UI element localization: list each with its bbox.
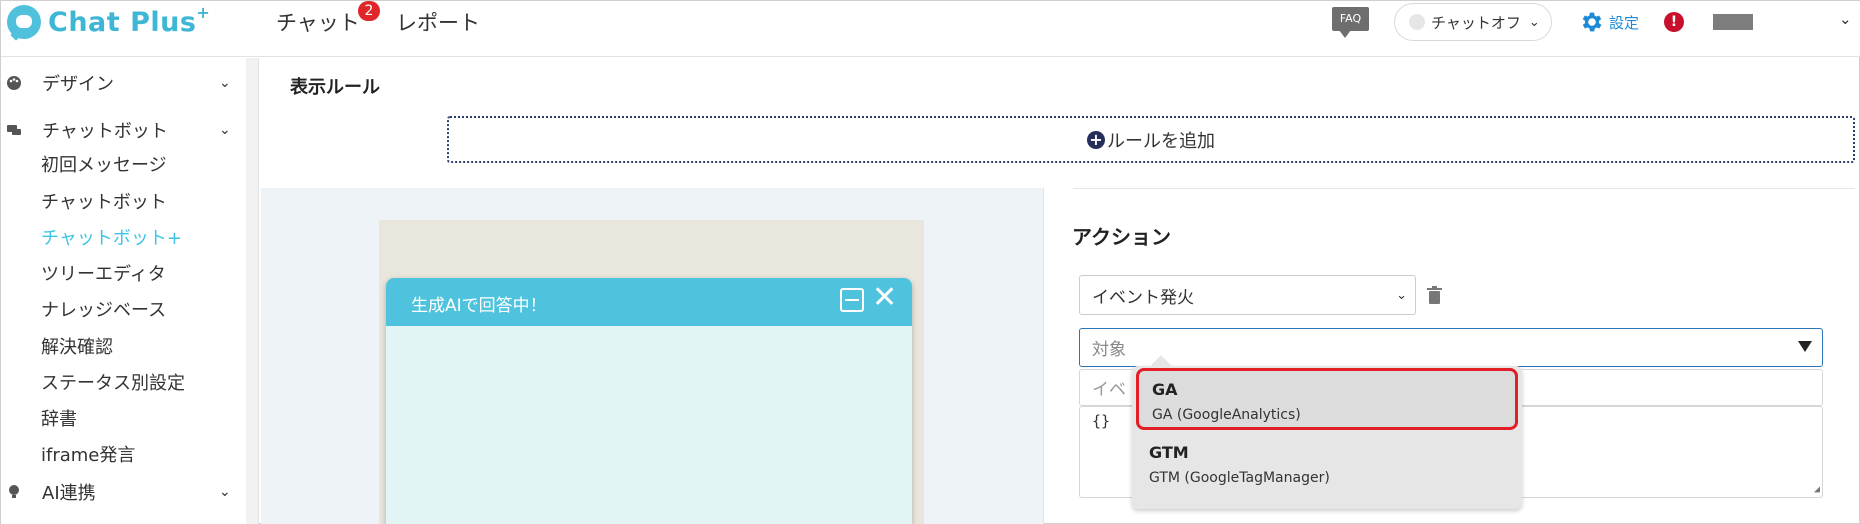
alert-icon[interactable]: !	[1664, 12, 1684, 32]
gear-icon	[1582, 12, 1602, 32]
logo-chat-icon	[7, 5, 41, 39]
add-rule-label: ルールを追加	[1107, 130, 1215, 152]
divider	[1073, 188, 1855, 189]
sidebar-group-label: AI連携	[42, 483, 96, 504]
dropdown-option-gtm[interactable]: GTM GTM (GoogleTagManager)	[1136, 434, 1518, 496]
sidebar-item-tree-editor[interactable]: ツリーエディタ	[41, 260, 166, 286]
action-type-value: イベント発火	[1092, 287, 1194, 308]
sidebar-item-first-message[interactable]: 初回メッセージ	[41, 151, 167, 177]
bulb-icon	[9, 485, 19, 498]
chevron-down-icon: ⌄	[219, 75, 231, 91]
option-name: GTM	[1149, 443, 1189, 462]
sidebar: デザイン ⌄ チャットボット ⌄ 初回メッセージ チャットボット チャットボット…	[1, 58, 246, 524]
sidebar-item-chatbot[interactable]: チャットボット	[41, 188, 167, 214]
logo-plus: +	[196, 2, 211, 22]
nav-chat[interactable]: チャット	[276, 7, 360, 37]
status-dot-icon	[1409, 14, 1425, 30]
settings-link[interactable]: 設定	[1579, 9, 1639, 35]
chat-window-header: 生成AIで回答中！ ✕	[386, 278, 912, 326]
chat-status-label: チャットオフ	[1431, 13, 1521, 32]
resize-handle-icon[interactable]: ◢	[1814, 484, 1820, 495]
section-title: 表示ルール	[290, 77, 380, 98]
divider	[1043, 188, 1044, 524]
target-placeholder: 対象	[1092, 340, 1126, 360]
action-type-select[interactable]: イベント発火 ⌄	[1079, 275, 1416, 315]
sidebar-scrollbar[interactable]	[246, 58, 259, 524]
sidebar-item-resolution-check[interactable]: 解決確認	[41, 333, 113, 359]
chat-window-preview: 生成AIで回答中！ ✕	[386, 278, 912, 524]
chatplus-logo[interactable]: Chat Plus+	[7, 2, 211, 39]
sidebar-item-chatbot-plus[interactable]: チャットボット+	[41, 224, 182, 250]
chat-window-title: 生成AIで回答中！	[411, 296, 547, 316]
chevron-down-icon: ⌄	[219, 122, 231, 138]
top-header: Chat Plus+ チャット 2 レポート FAQ チャットオフ ⌄ 設定 !…	[1, 1, 1860, 57]
sidebar-item-dictionary[interactable]: 辞書	[41, 405, 77, 431]
nav-report[interactable]: レポート	[396, 7, 480, 37]
option-description: GTM (GoogleTagManager)	[1149, 470, 1330, 486]
sidebar-group-chatbot[interactable]: チャットボット ⌄	[1, 113, 241, 147]
trash-icon[interactable]	[1427, 286, 1442, 304]
dropdown-option-ga[interactable]: GA GA (GoogleAnalytics)	[1136, 368, 1518, 430]
action-title: アクション	[1072, 225, 1171, 249]
target-select[interactable]: 対象	[1079, 328, 1823, 367]
sidebar-group-label: デザイン	[42, 74, 114, 95]
settings-label: 設定	[1609, 13, 1640, 32]
user-avatar[interactable]	[1713, 14, 1753, 30]
add-rule-button[interactable]: + ルールを追加	[447, 116, 1855, 163]
target-dropdown-menu: GA GA (GoogleAnalytics) GTM GTM (GoogleT…	[1132, 366, 1522, 509]
event-name-placeholder: イベ	[1092, 380, 1126, 400]
sidebar-item-iframe[interactable]: iframe発言	[41, 441, 135, 467]
chevron-down-icon: ⌄	[1396, 287, 1407, 303]
sidebar-item-status-settings[interactable]: ステータス別設定	[41, 369, 185, 395]
plus-circle-icon: +	[1087, 130, 1105, 149]
user-menu-chevron-icon[interactable]: ⌄	[1839, 10, 1852, 28]
close-icon[interactable]: ✕	[872, 283, 897, 313]
sidebar-item-knowledge-base[interactable]: ナレッジベース	[41, 296, 166, 322]
option-name: GA	[1152, 380, 1178, 399]
option-description: GA (GoogleAnalytics)	[1152, 407, 1301, 423]
palette-icon	[7, 76, 21, 90]
minimize-icon[interactable]	[840, 288, 864, 312]
logo-text: Chat Plus	[48, 6, 197, 38]
event-params-value: {}	[1092, 412, 1111, 430]
sidebar-group-label: チャットボット	[42, 121, 168, 142]
dropdown-arrow-icon	[1798, 341, 1812, 352]
sidebar-group-design[interactable]: デザイン ⌄	[1, 66, 241, 100]
chevron-down-icon: ⌄	[219, 484, 231, 500]
chat-status-toggle[interactable]: チャットオフ ⌄	[1394, 3, 1552, 41]
chevron-down-icon: ⌄	[1528, 14, 1540, 30]
chat-notification-badge: 2	[358, 1, 380, 21]
sidebar-group-ai[interactable]: AI連携 ⌄	[1, 475, 241, 509]
faq-icon[interactable]: FAQ	[1332, 7, 1369, 38]
chat-bubbles-icon	[7, 125, 21, 135]
